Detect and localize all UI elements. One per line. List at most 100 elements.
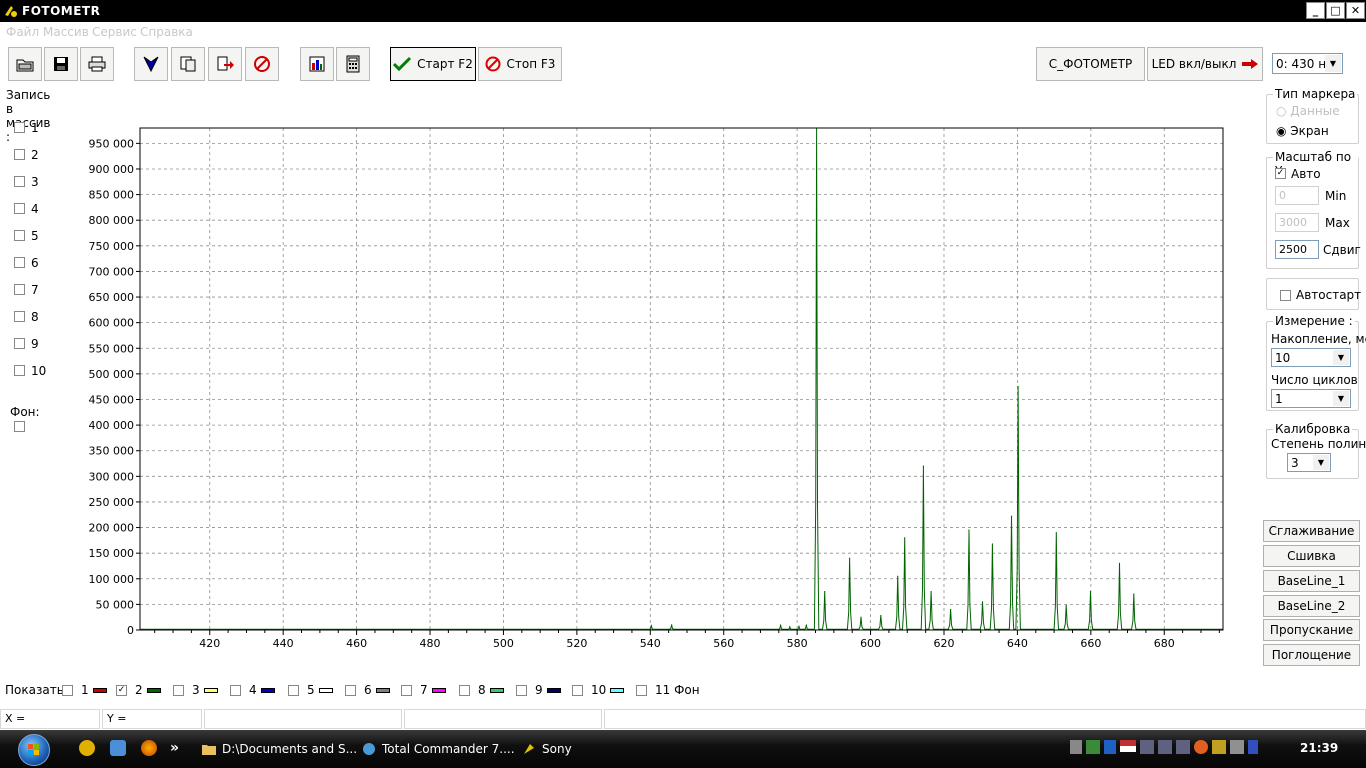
tray-icon[interactable] xyxy=(1230,740,1244,754)
legend-checkbox[interactable] xyxy=(230,684,241,696)
menu-array[interactable]: Массив xyxy=(43,25,89,39)
legend-item[interactable]: 9 xyxy=(516,683,561,697)
legend-checkbox[interactable] xyxy=(62,684,73,696)
legend-checkbox[interactable] xyxy=(572,684,583,696)
folder-icon xyxy=(202,745,216,755)
stitch-button[interactable]: Сшивка xyxy=(1263,545,1360,567)
legend-checkbox[interactable]: ✓ xyxy=(116,684,127,696)
legend-item[interactable]: 7 xyxy=(401,683,446,697)
legend-checkbox[interactable] xyxy=(636,684,647,696)
network-icon[interactable] xyxy=(1158,740,1172,754)
record-checkbox[interactable] xyxy=(14,311,25,322)
legend-item[interactable]: 8 xyxy=(459,683,504,697)
legend-checkbox[interactable] xyxy=(288,684,299,696)
print-button[interactable] xyxy=(80,47,114,81)
task-total-commander[interactable]: Total Commander 7.... xyxy=(358,736,518,762)
legend-item[interactable]: 1 xyxy=(62,683,107,697)
save-button[interactable] xyxy=(44,47,78,81)
menu-file[interactable]: Файл xyxy=(6,25,39,39)
cycles-select[interactable]: 1 ▼ xyxy=(1271,389,1351,408)
legend-checkbox[interactable] xyxy=(173,684,184,696)
spectrum-peak xyxy=(650,625,652,627)
legend-checkbox[interactable] xyxy=(459,684,470,696)
legend-swatch xyxy=(610,687,625,693)
sony-app-icon xyxy=(524,744,534,754)
y-min-input[interactable]: 0 xyxy=(1275,186,1319,205)
minimize-button[interactable]: _ xyxy=(1306,2,1325,19)
record-checkbox[interactable] xyxy=(14,149,25,160)
copy-button[interactable] xyxy=(171,47,205,81)
task-sony-label: Sony xyxy=(542,742,572,756)
marker-button[interactable] xyxy=(134,47,168,81)
y-tick-label: 850 000 xyxy=(89,189,135,202)
baseline-1-button[interactable]: BaseLine_1 xyxy=(1263,570,1360,592)
legend-item[interactable]: 4 xyxy=(230,683,275,697)
record-checkbox[interactable] xyxy=(14,122,25,133)
stop-icon xyxy=(485,56,501,72)
record-checkbox[interactable] xyxy=(14,230,25,241)
record-checkbox[interactable] xyxy=(14,284,25,295)
legend-checkbox[interactable] xyxy=(516,684,527,696)
transmission-button[interactable]: Пропускание xyxy=(1263,619,1360,641)
legend-item[interactable]: 3 xyxy=(173,683,218,697)
record-checkbox[interactable] xyxy=(14,257,25,268)
legend-item[interactable]: 11 Фон xyxy=(636,683,700,697)
bluetooth-icon[interactable] xyxy=(1104,740,1116,754)
legend-item[interactable]: 5 xyxy=(288,683,333,697)
baseline-2-button[interactable]: BaseLine_2 xyxy=(1263,595,1360,617)
marker-data-radio[interactable]: ○ Данные xyxy=(1276,104,1340,118)
accumulation-select[interactable]: 10 ▼ xyxy=(1271,348,1351,367)
export-button[interactable] xyxy=(208,47,242,81)
task-folder[interactable]: D:\Documents and S... xyxy=(198,736,358,762)
polynomial-degree-select[interactable]: 3 ▼ xyxy=(1287,453,1331,472)
start-menu-button[interactable] xyxy=(18,734,50,766)
autostart-checkbox[interactable] xyxy=(1280,290,1291,301)
stop-button[interactable]: Стоп F3 xyxy=(478,47,562,81)
tray-icon[interactable] xyxy=(1212,740,1226,754)
task-sony[interactable]: Sony xyxy=(518,736,638,762)
quicklaunch-app-icon[interactable] xyxy=(110,740,126,756)
calculator-button[interactable] xyxy=(336,47,370,81)
menu-help[interactable]: Справка xyxy=(140,25,193,39)
smoothing-button[interactable]: Сглаживание xyxy=(1263,520,1360,542)
absorption-button[interactable]: Поглощение xyxy=(1263,644,1360,666)
open-button[interactable] xyxy=(8,47,42,81)
c-fotometr-button[interactable]: C_ФОТОМЕТР xyxy=(1036,47,1145,81)
marker-screen-radio[interactable]: ◉ Экран xyxy=(1276,124,1329,138)
legend-checkbox[interactable] xyxy=(345,684,356,696)
close-button[interactable]: ✕ xyxy=(1346,2,1365,19)
network-icon[interactable] xyxy=(1176,740,1190,754)
tray-icon[interactable] xyxy=(1070,740,1082,754)
chart-view-button[interactable] xyxy=(300,47,334,81)
record-checkbox[interactable] xyxy=(14,365,25,376)
cancel-tool-button[interactable] xyxy=(245,47,279,81)
auto-scale-checkbox[interactable]: ✓ xyxy=(1275,168,1286,179)
spectrum-peak xyxy=(798,625,800,628)
led-toggle-button[interactable]: LED вкл/выкл xyxy=(1147,47,1263,81)
more-icon[interactable]: » xyxy=(170,740,179,756)
accumulation-label: Накопление, мс xyxy=(1271,332,1366,346)
legend-item[interactable]: 10 xyxy=(572,683,625,697)
y-max-input[interactable]: 3000 xyxy=(1275,213,1319,232)
firefox-icon[interactable] xyxy=(141,740,157,756)
menu-service[interactable]: Сервис xyxy=(92,25,137,39)
legend-item[interactable]: ✓ 2 xyxy=(116,683,161,697)
legend-item[interactable]: 6 xyxy=(345,683,390,697)
record-checkbox[interactable] xyxy=(14,203,25,214)
y-tick-label: 500 000 xyxy=(89,368,135,381)
legend-label: 1 xyxy=(81,683,89,697)
record-checkbox[interactable] xyxy=(14,176,25,187)
y-shift-input[interactable]: 2500 xyxy=(1275,240,1319,259)
volume-icon[interactable] xyxy=(1248,740,1258,754)
tray-icon[interactable] xyxy=(1194,740,1208,754)
legend-checkbox[interactable] xyxy=(401,684,412,696)
start-button[interactable]: Старт F2 xyxy=(390,47,476,81)
tray-icon[interactable] xyxy=(1086,740,1100,754)
quicklaunch-app-icon[interactable] xyxy=(79,740,95,756)
maximize-button[interactable]: □ xyxy=(1326,2,1345,19)
record-checkbox[interactable] xyxy=(14,338,25,349)
wavelength-select[interactable]: 0: 430 нм ▼ xyxy=(1272,53,1343,74)
network-icon[interactable] xyxy=(1140,740,1154,754)
flag-icon[interactable] xyxy=(1120,740,1136,752)
background-checkbox[interactable] xyxy=(14,421,25,432)
